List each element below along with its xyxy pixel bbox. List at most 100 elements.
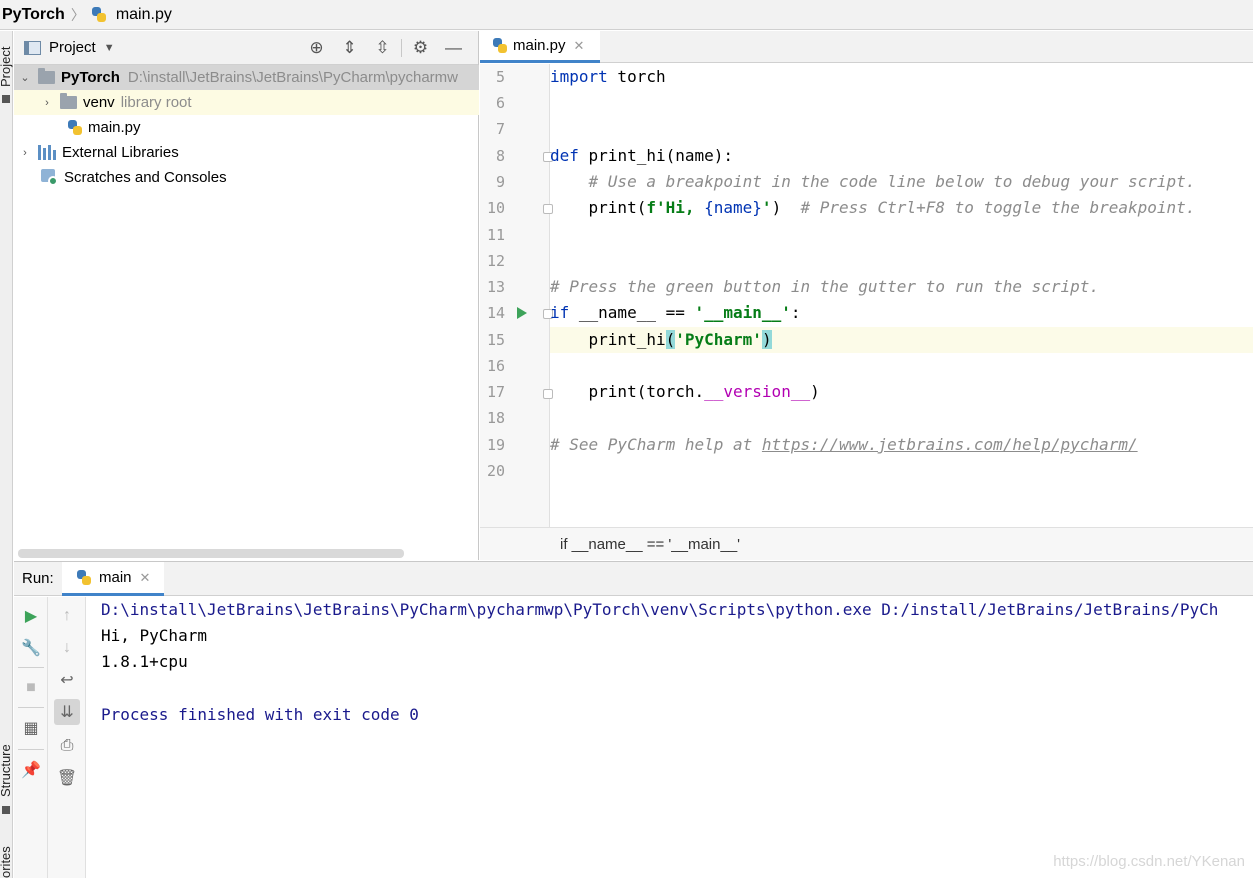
tree-item-path: D:\install\JetBrains\JetBrains\PyCharm\p… <box>127 69 459 86</box>
horizontal-scrollbar[interactable] <box>18 549 404 558</box>
chevron-right-icon[interactable]: › <box>40 97 54 109</box>
line-number: 9 <box>495 173 505 191</box>
tree-item-pytorch[interactable]: ⌄ PyTorch D:\install\JetBrains\JetBrains… <box>14 65 479 90</box>
line-number: 17 <box>486 383 505 401</box>
line-number: 15 <box>486 331 505 349</box>
string: 'PyCharm' <box>675 330 762 349</box>
line-number: 11 <box>486 226 505 244</box>
run-panel: Run: main ✕ ▶ 🔧 ■ ▦ 📌 ↑ ↓ ↩ ⇊ ⎙ 🗑 D:\ins… <box>14 561 1253 878</box>
console-line: 1.8.1+cpu <box>101 652 188 671</box>
run-gutter-icon[interactable] <box>517 307 527 319</box>
string: f'Hi, <box>646 198 705 217</box>
toolbar-divider <box>18 749 44 750</box>
line-number: 5 <box>495 68 505 86</box>
trash-icon[interactable]: 🗑 <box>54 765 80 791</box>
project-panel-title: Project <box>49 39 96 56</box>
line-number: 7 <box>495 120 505 138</box>
line-number: 8 <box>495 147 505 165</box>
run-toolbar-secondary: ↑ ↓ ↩ ⇊ ⎙ 🗑 <box>48 597 86 878</box>
run-tab-label: main <box>99 569 132 586</box>
line-number: 6 <box>495 94 505 112</box>
hide-panel-icon[interactable]: — <box>437 31 470 65</box>
close-icon[interactable]: ✕ <box>574 38 585 54</box>
code-text: print_hi(name): <box>578 146 734 165</box>
string: ' <box>761 198 772 217</box>
console-line: D:\install\JetBrains\JetBrains\PyCharm\p… <box>101 600 1219 619</box>
tree-item-label: main.py <box>88 119 141 136</box>
code-line: # See PyCharm help at https://www.jetbra… <box>550 432 1138 458</box>
project-panel: Project ▼ ⊕ ⇕ ⇳ ⚙ — ⌄ PyTorch D:\install… <box>14 31 479 560</box>
project-panel-toolbar: ⊕ ⇕ ⇳ ⚙ — <box>300 31 470 65</box>
python-file-icon <box>76 569 92 586</box>
tab-label: main.py <box>513 37 566 54</box>
editor-breadcrumb[interactable]: if __name__ == '__main__' <box>480 527 1253 560</box>
arrow-up-icon[interactable]: ↑ <box>54 603 80 629</box>
toolbar-divider <box>18 667 44 668</box>
keyword: import <box>550 67 608 86</box>
project-tool-icon <box>2 95 10 103</box>
code-text: ) <box>771 198 801 217</box>
console-line: Hi, PyCharm <box>101 626 207 645</box>
structure-tool-icon <box>2 806 10 814</box>
folder-icon <box>38 68 55 84</box>
run-label: Run: <box>22 570 54 587</box>
code-text: __name__ == <box>569 303 695 322</box>
project-view-selector[interactable]: Project ▼ <box>24 39 115 56</box>
run-tab-main[interactable]: main ✕ <box>62 562 165 596</box>
code-line: import torch <box>550 64 666 90</box>
code-line: print(f'Hi, {name}') # Press Ctrl+F8 to … <box>550 195 1196 221</box>
tree-item-external-libraries[interactable]: › External Libraries <box>14 140 479 165</box>
breadcrumb-project[interactable]: PyTorch <box>0 0 65 30</box>
bracket-match: ( <box>665 330 676 349</box>
code-text: print_hi <box>550 330 666 349</box>
rerun-icon[interactable]: ▶ <box>18 603 44 629</box>
line-number: 14 <box>486 304 505 322</box>
chevron-right-icon: 〉 <box>70 6 85 23</box>
project-panel-header: Project ▼ ⊕ ⇕ ⇳ ⚙ — <box>14 31 478 65</box>
help-link[interactable]: https://www.jetbrains.com/help/pycharm/ <box>762 435 1138 454</box>
scroll-to-end-icon[interactable]: ⇊ <box>54 699 80 725</box>
tree-item-main-py[interactable]: main.py <box>14 115 479 140</box>
locate-icon[interactable]: ⊕ <box>300 31 333 65</box>
run-panel-header: Run: main ✕ <box>14 562 1253 596</box>
watermark: https://blog.csdn.net/YKenan <box>1053 853 1245 870</box>
toolbar-divider <box>401 39 402 57</box>
expand-all-icon[interactable]: ⇕ <box>333 31 366 65</box>
code-line: print_hi('PyCharm') <box>550 327 772 353</box>
editor-area: main.py ✕ 5 6 7 8 9 10 11 12 13 14 15 16… <box>480 31 1253 560</box>
favorites-tool-tab[interactable]: orites <box>0 846 13 878</box>
print-icon[interactable]: ⎙ <box>54 733 80 759</box>
code-text: : <box>790 303 801 322</box>
wrench-icon[interactable]: 🔧 <box>18 635 44 661</box>
structure-tool-tab[interactable]: Structure <box>0 744 13 797</box>
editor-gutter[interactable]: 5 6 7 8 9 10 11 12 13 14 15 16 17 18 19 … <box>480 64 553 527</box>
tree-item-venv[interactable]: › venv library root <box>14 90 479 115</box>
chevron-down-icon[interactable]: ⌄ <box>18 71 32 84</box>
python-file-icon <box>67 119 83 136</box>
stop-icon[interactable]: ■ <box>18 675 44 701</box>
line-number: 12 <box>486 252 505 270</box>
tree-item-scratches[interactable]: Scratches and Consoles <box>14 165 479 190</box>
code-text: {name} <box>704 198 762 217</box>
chevron-right-icon[interactable]: › <box>18 147 32 159</box>
tree-item-label: Scratches and Consoles <box>64 169 227 186</box>
layout-icon[interactable]: ▦ <box>18 715 44 741</box>
project-tool-tab[interactable]: Project <box>0 47 13 87</box>
tab-main-py[interactable]: main.py ✕ <box>480 31 600 63</box>
chevron-down-icon: ▼ <box>103 41 115 54</box>
code-editor[interactable]: import torch def print_hi(name): # Use a… <box>550 64 1253 527</box>
editor-breadcrumb-label: if __name__ == '__main__' <box>560 535 741 553</box>
gear-icon[interactable]: ⚙ <box>404 31 437 65</box>
console-output[interactable]: D:\install\JetBrains\JetBrains\PyCharm\p… <box>101 597 1253 878</box>
line-number: 19 <box>486 436 505 454</box>
code-line: # Press the green button in the gutter t… <box>550 277 1100 296</box>
close-icon[interactable]: ✕ <box>140 570 151 586</box>
run-toolbar-primary: ▶ 🔧 ■ ▦ 📌 <box>14 597 48 878</box>
arrow-down-icon[interactable]: ↓ <box>54 635 80 661</box>
soft-wrap-icon[interactable]: ↩ <box>54 667 80 693</box>
pin-icon[interactable]: 📌 <box>18 757 44 783</box>
breadcrumb-file[interactable]: main.py <box>91 0 172 30</box>
editor-tab-bar: main.py ✕ <box>480 31 1253 63</box>
collapse-all-icon[interactable]: ⇳ <box>366 31 399 65</box>
tree-item-detail: library root <box>120 94 192 111</box>
